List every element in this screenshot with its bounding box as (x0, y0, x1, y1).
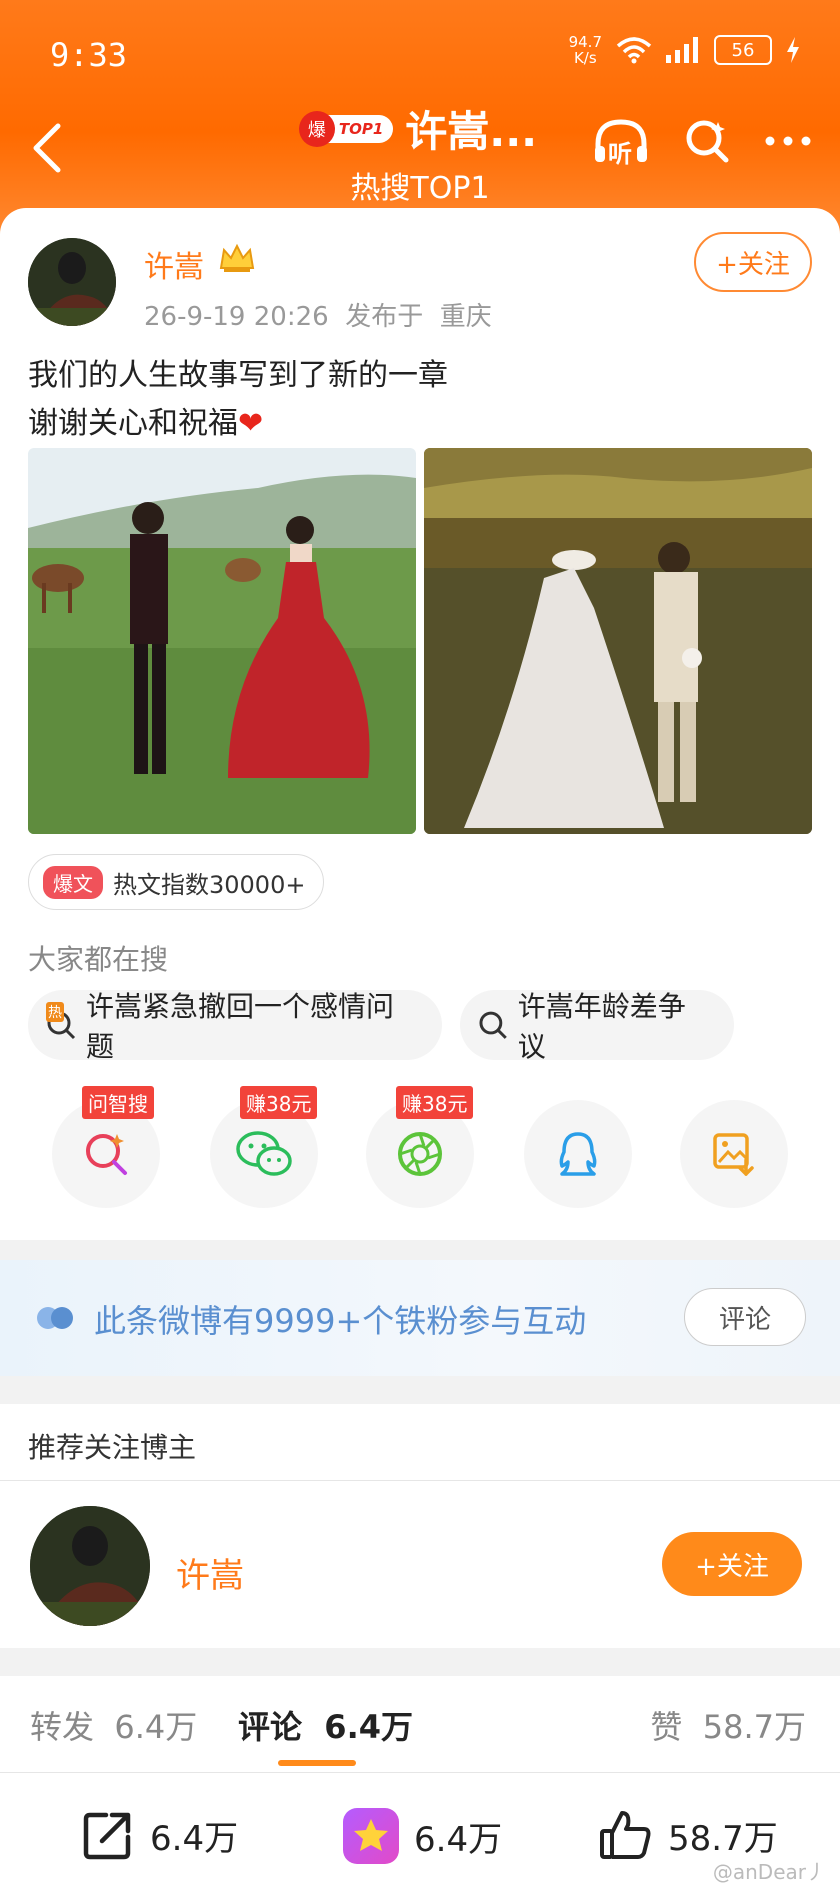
hot-search-icon-badge: 热 (46, 1002, 64, 1022)
search-icon (479, 1011, 507, 1039)
share-save-image[interactable] (680, 1100, 788, 1208)
fans-icon (37, 1307, 73, 1329)
post-meta: 26-9-19 20:26 发布于 重庆 (144, 296, 492, 333)
post-photo-1[interactable] (28, 448, 416, 834)
wifi-icon (616, 37, 652, 64)
recommend-title: 推荐关注博主 (28, 1431, 197, 1464)
more-icon[interactable] (764, 135, 812, 147)
hot-badge-label: TOP1 (338, 119, 384, 138)
hot-article-badge: 爆文 (43, 865, 103, 899)
hot-search-icon: 热 (46, 1002, 76, 1040)
iron-fans-text: 此条微博有9999+个铁粉参与互动 (94, 1302, 587, 1340)
hot-badge-char: 爆 (298, 110, 335, 147)
post-card: 许嵩 26-9-19 20:26 发布于 重庆 +关注 我们的人生故事写到了新的… (0, 208, 840, 1240)
like-action[interactable]: 58.7万 (598, 1807, 778, 1863)
search-icon[interactable] (684, 118, 730, 164)
follow-button[interactable]: +关注 (694, 232, 812, 292)
favorite-action[interactable]: 6.4万 (342, 1807, 502, 1865)
search-chip-2[interactable]: 许嵩年龄差争议 (460, 990, 734, 1063)
charging-icon (787, 37, 799, 63)
avatar-photo (28, 238, 116, 326)
avatar-photo (30, 1506, 150, 1626)
header-actions: 听 (592, 116, 812, 168)
like-count: 58.7万 (668, 1818, 778, 1859)
post-text-line1: 我们的人生故事写到了新的一章 (28, 358, 448, 393)
location-prefix: 发布于 (345, 302, 424, 332)
hot-index-tag[interactable]: 爆文 热文指数30000+ (28, 854, 325, 910)
crown-icon (219, 243, 255, 272)
hot-top1-badge: 爆 TOP1 (298, 110, 394, 147)
photo-white-dress (424, 448, 812, 834)
favorite-count: 6.4万 (414, 1819, 503, 1860)
signal-icon (666, 37, 698, 63)
post-date: 26-9-19 20:26 (144, 302, 329, 332)
divider (0, 1480, 840, 1481)
battery-indicator: 56 (714, 35, 772, 65)
recommend-avatar[interactable] (30, 1506, 150, 1626)
moments-icon (398, 1132, 442, 1176)
thumbs-up-icon (600, 1811, 651, 1859)
search-chip-1-label: 许嵩紧急撤回一个感情问题 (86, 990, 395, 1063)
share-action[interactable]: 6.4万 (80, 1807, 238, 1863)
author-avatar[interactable] (28, 238, 116, 326)
share-icon (83, 1812, 131, 1860)
search-chip-1[interactable]: 热 许嵩紧急撤回一个感情问题 (28, 990, 442, 1063)
ai-search-icon (86, 1134, 127, 1175)
page-title[interactable]: 许嵩... (405, 98, 537, 159)
heart-emoji: ❤ (238, 406, 264, 441)
post-text-line2: 谢谢关心和祝福❤ (28, 406, 264, 441)
post-location: 重庆 (439, 302, 492, 332)
share-ai-search[interactable]: 问智搜 (52, 1086, 160, 1208)
interaction-tabs: 转发 6.4万 评论 6.4万 赞 58.7万 (0, 1676, 840, 1772)
wechat-icon (236, 1131, 292, 1176)
iron-fans-banner[interactable]: 此条微博有9999+个铁粉参与互动 评论 (0, 1260, 840, 1376)
post-text: 我们的人生故事写到了新的一章 谢谢关心和祝福❤ (28, 352, 448, 448)
status-time: 9:33 (50, 36, 128, 74)
save-image-icon (713, 1133, 754, 1176)
tab-comments[interactable]: 评论 6.4万 (238, 1702, 413, 1748)
hot-index-text: 热文指数30000+ (113, 870, 306, 899)
recommend-follow-button[interactable]: +关注 (662, 1532, 802, 1596)
share-moments[interactable]: 赚38元 (366, 1086, 474, 1208)
post-photo-2[interactable] (424, 448, 812, 834)
share-qq[interactable] (524, 1100, 632, 1208)
share-badge: 赚38元 (396, 1086, 474, 1119)
tab-repost[interactable]: 转发 6.4万 (30, 1702, 197, 1748)
qq-icon (559, 1132, 597, 1176)
comment-button[interactable]: 评论 (684, 1288, 806, 1346)
photo-red-dress (28, 448, 416, 834)
listen-button[interactable]: 听 (592, 116, 650, 168)
share-count: 6.4万 (150, 1818, 239, 1859)
header: 9:33 94.7 K/s 56 爆 TOP1 许嵩... 热搜TOP1 听 (0, 0, 840, 240)
tab-likes[interactable]: 赞 58.7万 (650, 1702, 806, 1748)
recommend-name[interactable]: 许嵩 (176, 1548, 244, 1597)
share-badge: 问智搜 (82, 1086, 154, 1119)
search-chip-2-label: 许嵩年龄差争议 (517, 990, 686, 1063)
page-subtitle: 热搜TOP1 (350, 171, 490, 206)
watermark: @anDear丿 (712, 1860, 826, 1884)
listen-label: 听 (608, 140, 632, 168)
star-icon (343, 1808, 399, 1864)
network-speed: 94.7 K/s (568, 33, 602, 67)
active-tab-indicator (278, 1760, 356, 1766)
share-badge: 赚38元 (240, 1086, 318, 1119)
status-icons: 94.7 K/s 56 (569, 34, 800, 66)
search-section-label: 大家都在搜 (28, 943, 169, 976)
author-name[interactable]: 许嵩 (144, 242, 204, 286)
recommend-section: 推荐关注博主 许嵩 +关注 (0, 1404, 840, 1648)
share-wechat[interactable]: 赚38元 (210, 1086, 318, 1208)
